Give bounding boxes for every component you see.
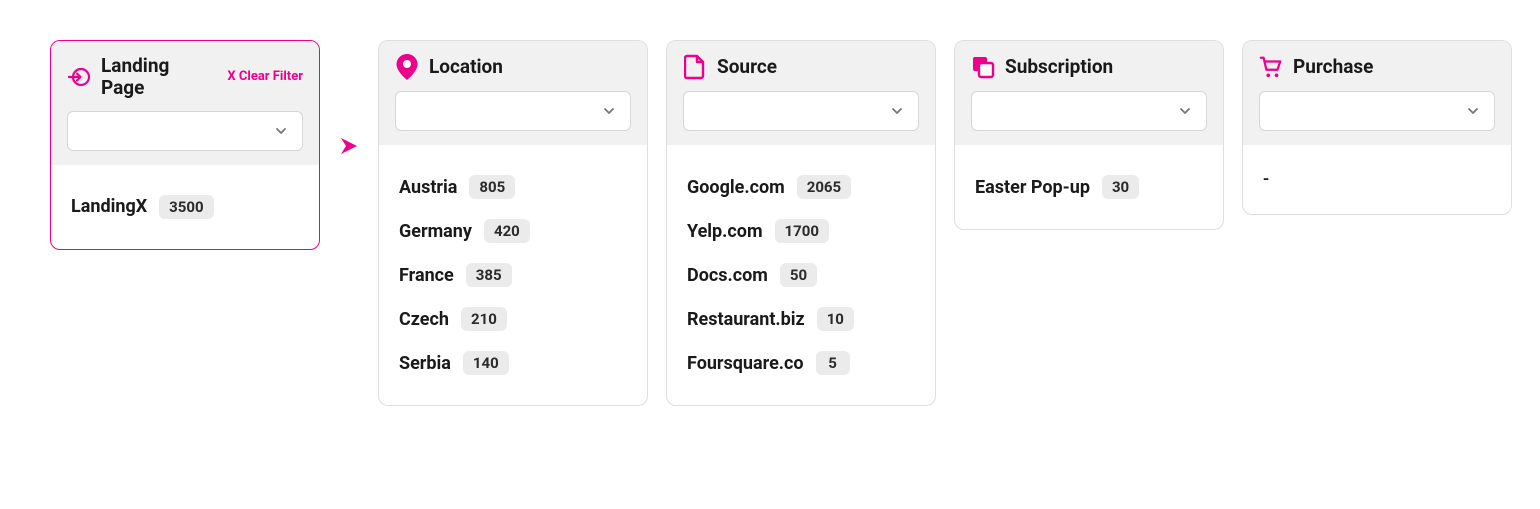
item-count-badge: 420 [484,219,530,243]
item-count-badge: 3500 [159,195,213,219]
filter-select[interactable] [395,91,631,131]
card-body: - [1243,145,1511,214]
item-count-badge: 1700 [775,219,829,243]
card-header-top: Purchase [1259,55,1495,79]
list-item[interactable]: Docs.com 50 [687,253,915,297]
card-header-top: Landing Page X Clear Filter [67,55,303,99]
filter-select[interactable] [67,111,303,151]
item-label: Germany [399,221,472,242]
filter-select[interactable] [683,91,919,131]
item-label: France [399,265,454,286]
item-label: Austria [399,177,457,198]
location-pin-icon [395,55,419,79]
item-label: Easter Pop-up [975,177,1090,198]
item-count-badge: 805 [469,175,515,199]
chevron-down-icon [1178,104,1192,118]
card-header: Source [667,41,935,145]
list-item[interactable]: Serbia 140 [399,341,627,385]
chevron-down-icon [1466,104,1480,118]
item-count-badge: 30 [1102,175,1139,199]
filter-card: Landing Page X Clear Filter LandingX 3500 [50,40,320,250]
clear-filter-button[interactable]: X Clear Filter [227,69,303,84]
filter-card: Location Austria 805 Germany 420 France 385 Cze… [378,40,648,406]
item-label: LandingX [71,196,147,217]
empty-placeholder: - [1263,165,1491,194]
filter-card: Source Google.com 2065 Yelp.com 1700 Docs.com… [666,40,936,406]
list-item[interactable]: Austria 805 [399,165,627,209]
item-label: Serbia [399,353,451,374]
item-label: Docs.com [687,265,768,286]
item-count-badge: 210 [461,307,507,331]
card-body: LandingX 3500 [51,165,319,249]
card-title: Landing Page [101,55,181,99]
card-title: Subscription [1005,56,1113,78]
filter-card: Purchase - [1242,40,1512,215]
filter-select[interactable] [1259,91,1495,131]
cart-icon [1259,55,1283,79]
card-header: Subscription [955,41,1223,145]
card-body: Easter Pop-up 30 [955,145,1223,229]
filter-select[interactable] [971,91,1207,131]
card-body: Google.com 2065 Yelp.com 1700 Docs.com 50 Rest… [667,145,935,405]
list-item[interactable]: Restaurant.biz 10 [687,297,915,341]
card-title: Purchase [1293,56,1373,78]
card-body: Austria 805 Germany 420 France 385 Czech 210 Ser… [379,145,647,405]
item-label: Foursquare.co [687,353,804,374]
item-count-badge: 5 [816,351,850,375]
list-item[interactable]: France 385 [399,253,627,297]
list-item[interactable]: Google.com 2065 [687,165,915,209]
item-count-badge: 140 [463,351,509,375]
item-count-badge: 10 [817,307,854,331]
card-title: Location [429,56,503,78]
card-title: Source [717,56,777,78]
card-header-top: Subscription [971,55,1207,79]
item-label: Yelp.com [687,221,763,242]
card-header: Landing Page X Clear Filter [51,41,319,165]
list-item[interactable]: Foursquare.co 5 [687,341,915,385]
item-count-badge: 2065 [797,175,851,199]
chevron-down-icon [602,104,616,118]
funnel-connector-icon [338,135,360,157]
item-label: Czech [399,309,449,330]
list-item[interactable]: Germany 420 [399,209,627,253]
file-icon [683,55,707,79]
filter-card: Subscription Easter Pop-up 30 [954,40,1224,230]
item-label: Restaurant.biz [687,309,805,330]
copy-icon [971,55,995,79]
chevron-down-icon [274,124,288,138]
item-count-badge: 50 [780,263,817,287]
chevron-down-icon [890,104,904,118]
enter-icon [67,65,91,89]
card-header: Location [379,41,647,145]
item-count-badge: 385 [466,263,512,287]
list-item[interactable]: Easter Pop-up 30 [975,165,1203,209]
card-header-top: Source [683,55,919,79]
item-label: Google.com [687,177,785,198]
list-item[interactable]: Czech 210 [399,297,627,341]
card-header-top: Location [395,55,631,79]
card-header: Purchase [1243,41,1511,145]
list-item[interactable]: Yelp.com 1700 [687,209,915,253]
list-item[interactable]: LandingX 3500 [71,185,299,229]
